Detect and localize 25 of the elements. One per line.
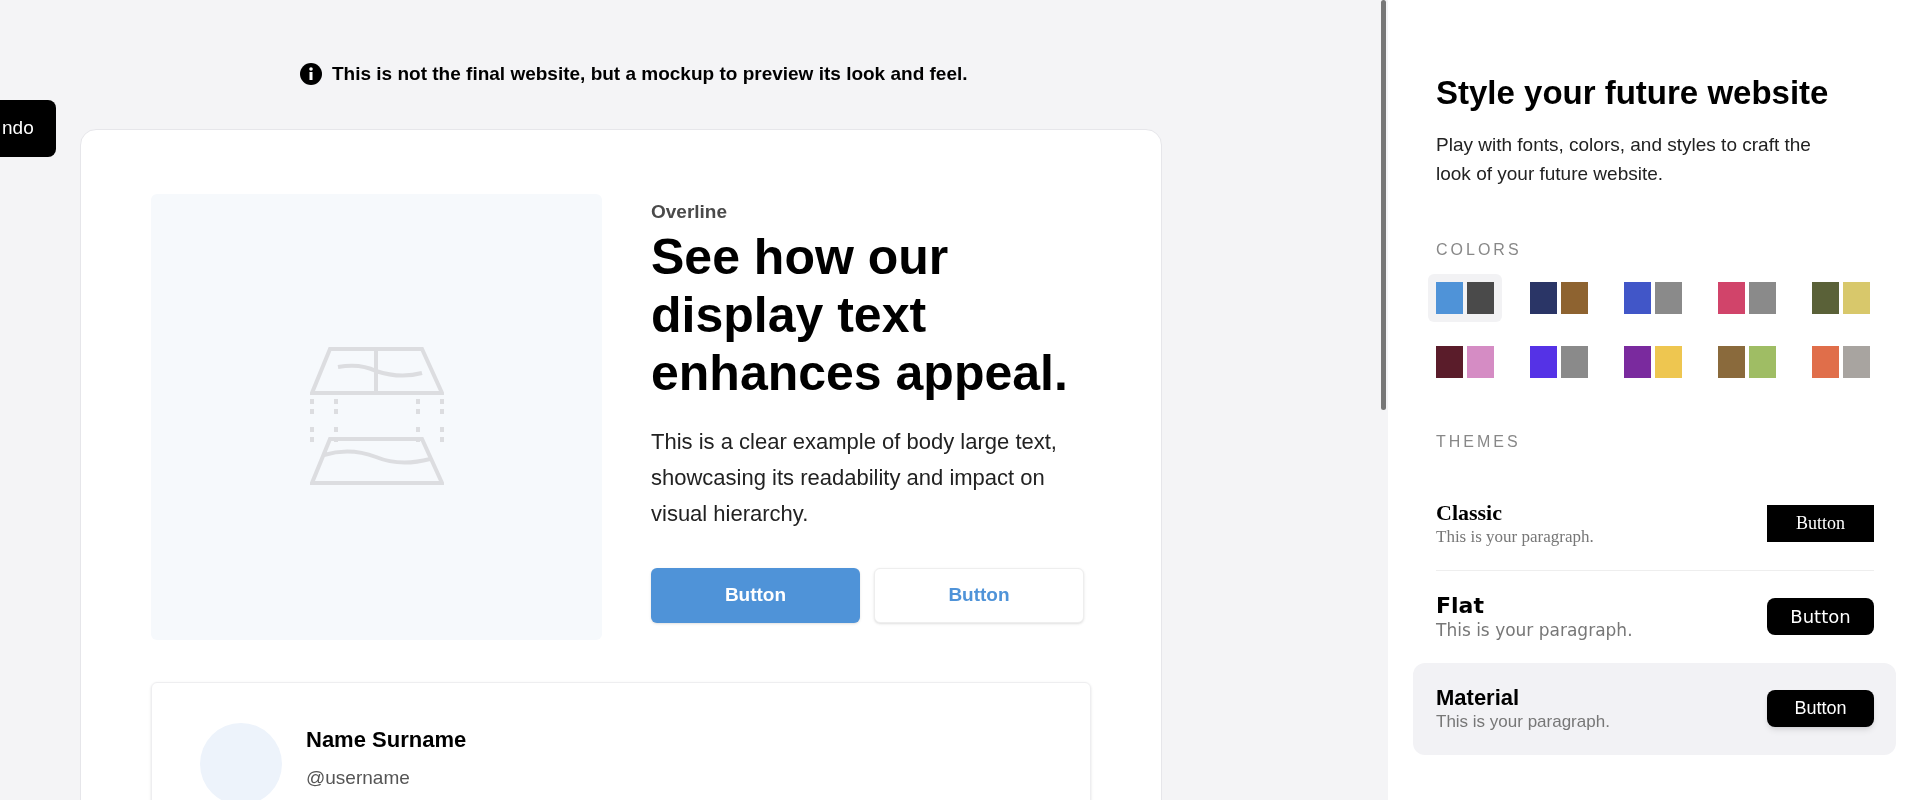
undo-button[interactable]: ndo	[0, 100, 56, 157]
notice-text: This is not the final website, but a mockup to preview its look and feel.	[332, 62, 968, 86]
overline: Overline	[651, 199, 729, 224]
theme-paragraph: This is your paragraph.	[1436, 618, 1633, 641]
panel-title: Style your future website	[1436, 73, 1830, 113]
profile-name: Name Surname	[306, 725, 467, 754]
theme-name: Material	[1436, 684, 1521, 711]
theme-sample-button[interactable]: Button	[1767, 690, 1874, 727]
theme-name: Classic	[1436, 499, 1503, 526]
colors-label: COLORS	[1436, 239, 1523, 260]
profile-username: @username	[306, 765, 411, 790]
image-placeholder-icon	[309, 346, 444, 487]
theme-sample-button[interactable]: Button	[1767, 505, 1874, 542]
scrollbar[interactable]	[1380, 0, 1386, 410]
panel-description: Play with fonts, colors, and styles to craft the look of your future website.	[1436, 132, 1812, 186]
info-icon	[300, 63, 322, 86]
theme-paragraph: This is your paragraph.	[1436, 525, 1594, 548]
theme-option[interactable]: Material This is your paragraph. Button	[1413, 662, 1896, 755]
color-palette-option[interactable]	[1428, 273, 1502, 322]
theme-paragraph: This is your paragraph.	[1436, 710, 1610, 733]
body-text: This is a clear example of body large text, showcasing its readability and impact on visual hierarchy.	[651, 428, 1058, 528]
display-heading: See how our display text enhances appeal.	[651, 228, 1069, 402]
theme-name: Flat	[1436, 592, 1485, 619]
theme-sample-button[interactable]: Button	[1767, 598, 1874, 635]
themes-label: THEMES	[1436, 431, 1522, 452]
